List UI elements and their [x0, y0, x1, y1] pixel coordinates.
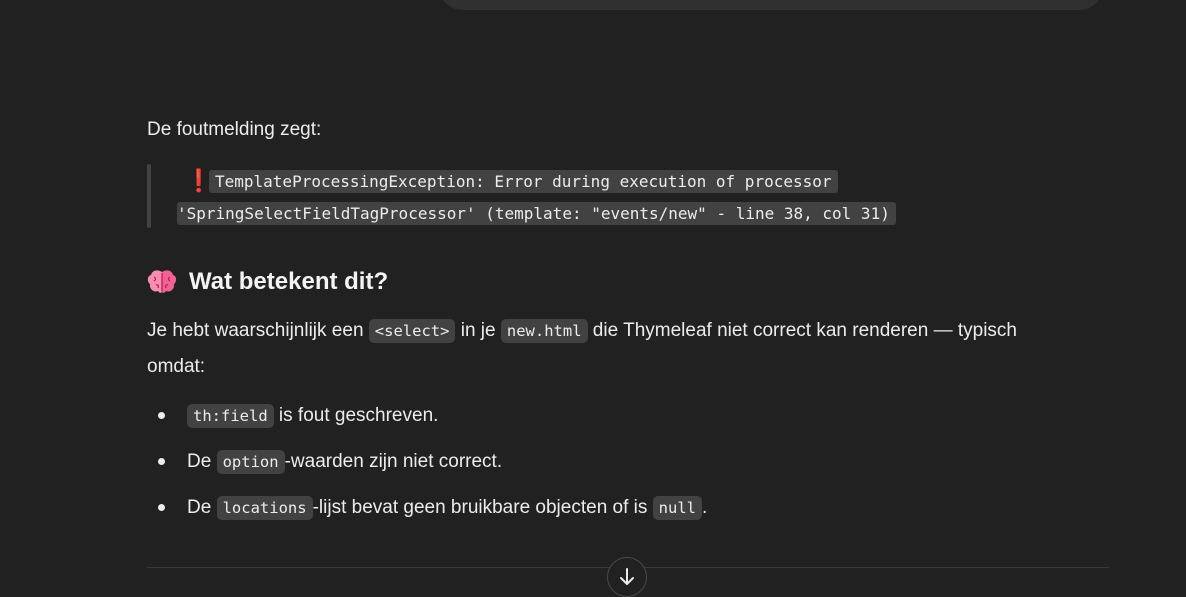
inline-code-filename: new.html	[500, 319, 588, 343]
error-code-line-1: TemplateProcessingException: Error durin…	[209, 169, 838, 193]
intro-text: De foutmelding zegt:	[147, 119, 322, 140]
explanation-paragraph: Je hebt waarschijnlijk een <select> in j…	[147, 313, 1057, 385]
brain-icon	[147, 269, 177, 295]
scroll-to-bottom-button[interactable]	[607, 557, 647, 597]
list-item-text: De	[187, 497, 217, 518]
quote-line-1: ❗ TemplateProcessingException: Error dur…	[185, 168, 838, 194]
arrow-down-icon	[620, 568, 634, 585]
error-blockquote: ❗ TemplateProcessingException: Error dur…	[147, 164, 1057, 228]
inline-code-select: <select>	[368, 319, 456, 343]
cause-list: th:field is fout geschreven. De option -w…	[147, 393, 1057, 531]
error-code-line-2: 'SpringSelectFieldTagProcessor' (templat…	[177, 201, 896, 225]
section-heading-text: Wat betekent dit?	[189, 268, 389, 295]
blockquote-bar	[147, 164, 151, 228]
previous-user-message-bubble	[438, 0, 1104, 10]
paragraph-text: in je	[455, 320, 501, 341]
section-heading: Wat betekent dit?	[147, 265, 1057, 299]
assistant-message: De foutmelding zegt: ❗ TemplateProcessin…	[147, 115, 1057, 531]
list-item: th:field is fout geschreven.	[147, 393, 1057, 439]
list-item-text: is fout geschreven.	[273, 405, 439, 426]
inline-code: th:field	[187, 404, 274, 428]
bullet-dot	[158, 458, 165, 465]
list-item-text: De	[187, 451, 217, 472]
quote-line-2: 'SpringSelectFieldTagProcessor' (templat…	[177, 200, 896, 226]
inline-code: option	[216, 450, 285, 474]
bullet-dot	[158, 412, 165, 419]
bullet-dot	[158, 504, 165, 511]
inline-code: locations	[216, 496, 313, 520]
list-item-text: .	[702, 497, 708, 518]
list-item-text: -waarden zijn niet correct.	[284, 451, 503, 472]
list-item: De option -waarden zijn niet correct.	[147, 439, 1057, 485]
list-item: De locations -lijst bevat geen bruikbare …	[147, 485, 1057, 531]
exclamation-icon: ❗	[185, 168, 213, 194]
list-item-text: -lijst bevat geen bruikbare objecten of …	[312, 497, 653, 518]
paragraph-text: Je hebt waarschijnlijk een	[147, 320, 369, 341]
inline-code: null	[652, 496, 702, 520]
